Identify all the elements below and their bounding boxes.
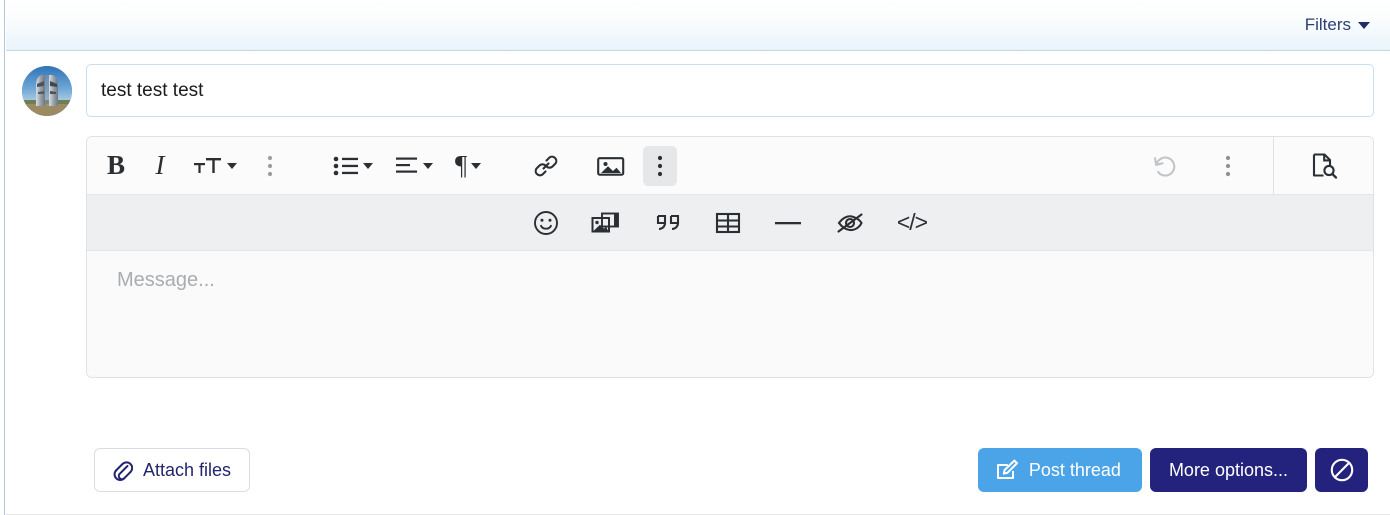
chevron-down-icon <box>227 162 237 169</box>
history-overflow-button[interactable] <box>1213 146 1243 186</box>
media-button[interactable] <box>587 203 625 243</box>
footer-actions: Attach files Post thread More options... <box>94 436 1368 515</box>
more-vertical-icon <box>658 155 663 176</box>
font-size-button[interactable] <box>189 146 241 186</box>
align-button[interactable] <box>391 146 437 186</box>
compose-icon <box>996 459 1018 479</box>
post-thread-label: Post thread <box>1028 459 1121 480</box>
editor-toolbar-row-2: </> <box>87 195 1373 251</box>
editor-toolbar-row-1: B I ¶ <box>87 137 1373 195</box>
post-thread-button[interactable]: Post thread <box>977 448 1142 492</box>
composer-page: Filters test test test B I ¶ </> Message… <box>0 0 1390 515</box>
user-avatar-image <box>22 66 72 116</box>
link-button[interactable] <box>529 146 563 186</box>
chevron-down-icon <box>363 162 373 169</box>
code-icon: </> <box>896 209 928 235</box>
avatar[interactable] <box>22 66 72 116</box>
smiley-icon <box>533 210 558 235</box>
primary-actions: Post thread More options... <box>977 448 1368 492</box>
align-left-icon <box>396 157 417 173</box>
font-size-icon <box>194 157 221 173</box>
italic-icon: I <box>155 150 165 180</box>
bullet-list-icon <box>333 156 358 175</box>
code-button[interactable]: </> <box>893 203 931 243</box>
paragraph-format-button[interactable]: ¶ <box>451 146 485 186</box>
left-rail-divider <box>0 0 5 515</box>
toolbar-left-group: B I ¶ <box>87 137 1273 194</box>
preview-button[interactable] <box>1305 146 1343 186</box>
image-button[interactable] <box>593 146 629 186</box>
composer-body: B I <box>6 51 1390 487</box>
horizontal-rule-icon <box>774 221 801 224</box>
page-header: Filters <box>6 0 1390 51</box>
horizontal-rule-button[interactable] <box>769 203 807 243</box>
bold-button[interactable]: B <box>101 146 131 186</box>
more-options-button[interactable]: More options... <box>1149 448 1307 492</box>
media-gallery-icon <box>591 212 619 232</box>
message-placeholder: Message... <box>117 269 215 291</box>
document-search-icon <box>1312 152 1337 179</box>
chevron-down-icon <box>1358 21 1370 29</box>
bold-icon: B <box>106 150 125 180</box>
cancel-button[interactable] <box>1315 448 1368 492</box>
thread-title-input[interactable] <box>86 64 1374 117</box>
blockquote-icon <box>656 214 679 230</box>
filters-label: Filters <box>1304 15 1351 34</box>
quote-button[interactable] <box>649 203 687 243</box>
title-row <box>22 64 1374 117</box>
eye-slash-icon <box>837 212 863 233</box>
attach-files-button[interactable]: Attach files <box>94 448 251 492</box>
more-vertical-icon <box>1225 155 1231 176</box>
link-icon <box>534 155 558 176</box>
message-input[interactable]: Message... <box>87 251 1373 377</box>
insert-overflow-button[interactable] <box>643 145 678 186</box>
undo-button[interactable] <box>1147 146 1183 186</box>
preview-cell <box>1273 137 1373 194</box>
composer-footer: Attach files Post thread More options... <box>6 436 1390 515</box>
table-button[interactable] <box>711 203 745 243</box>
table-icon <box>715 212 740 233</box>
spoiler-button[interactable] <box>831 203 869 243</box>
undo-icon <box>1153 156 1176 177</box>
text-styles-overflow-button[interactable] <box>255 146 285 186</box>
more-vertical-icon <box>267 155 273 176</box>
more-options-label: More options... <box>1168 459 1288 480</box>
no-entry-icon <box>1330 458 1353 482</box>
rich-text-editor: B I ¶ </> Message... <box>86 136 1374 378</box>
chevron-down-icon <box>471 162 482 169</box>
italic-button[interactable]: I <box>145 146 175 186</box>
image-icon <box>597 156 625 176</box>
bullet-list-button[interactable] <box>329 146 377 186</box>
emoji-button[interactable] <box>529 203 563 243</box>
title-field-wrapper <box>86 64 1374 117</box>
pilcrow-icon: ¶ <box>455 150 468 180</box>
attach-files-label: Attach files <box>143 459 232 480</box>
paperclip-icon <box>113 461 133 481</box>
filters-button[interactable]: Filters <box>1303 12 1372 38</box>
chevron-down-icon <box>423 162 433 169</box>
